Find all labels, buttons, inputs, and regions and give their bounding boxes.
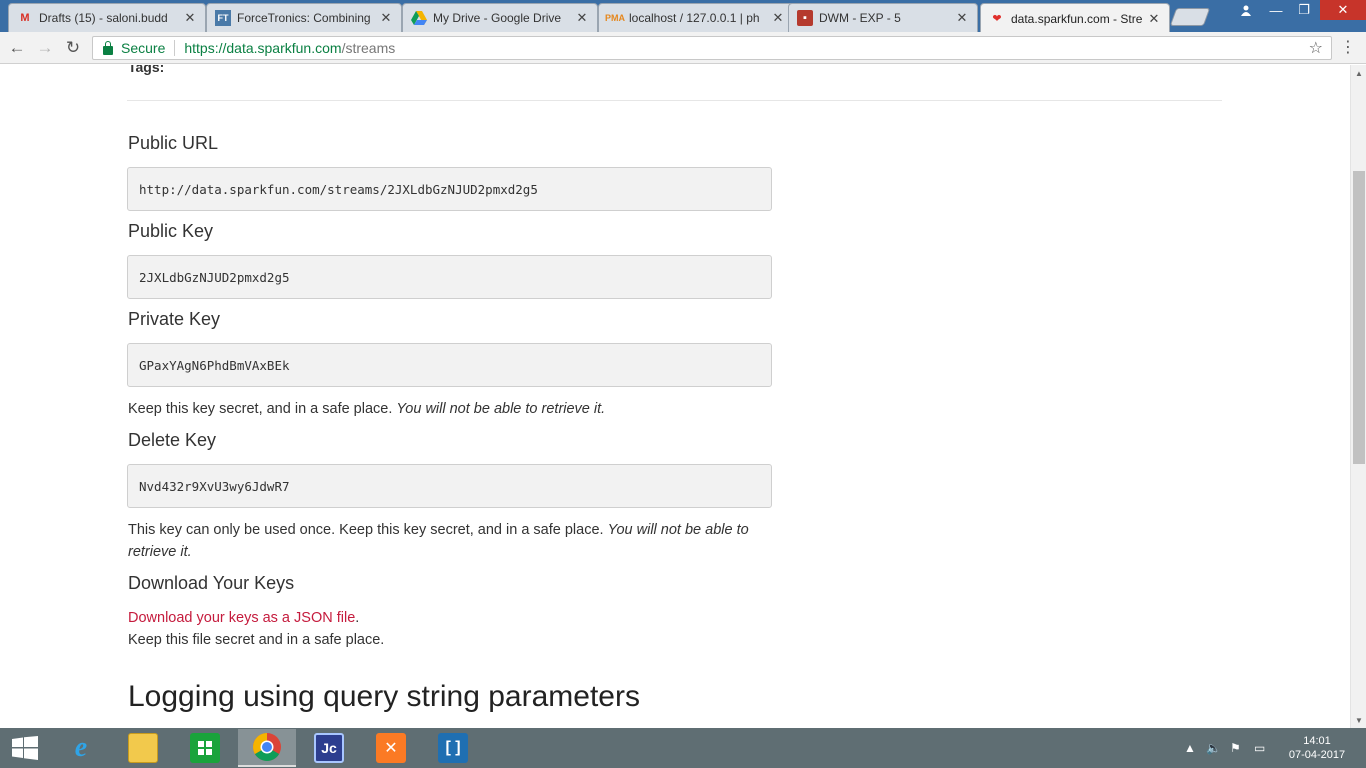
private-key-heading: Private Key bbox=[128, 309, 221, 329]
tab-strip: M Drafts (15) - saloni.budd ✕ FT ForceTr… bbox=[0, 0, 1366, 32]
secure-label: Secure bbox=[121, 40, 166, 56]
close-tab-icon[interactable]: ✕ bbox=[379, 10, 393, 26]
sparkfun-icon: ❤ bbox=[992, 13, 1002, 25]
divider bbox=[174, 40, 176, 56]
clock-time: 14:01 bbox=[1303, 735, 1331, 747]
system-clock[interactable]: 14:01 07-04-2017 bbox=[1282, 734, 1352, 762]
private-key-note-text: Keep this key secret, and in a safe plac… bbox=[128, 401, 393, 417]
file-explorer-icon[interactable] bbox=[114, 729, 172, 767]
phpmyadmin-icon: PMA bbox=[605, 13, 625, 23]
download-section: Download your keys as a JSON file. Keep … bbox=[128, 607, 778, 651]
clock-date: 07-04-2017 bbox=[1288, 749, 1346, 761]
public-key-heading: Public Key bbox=[128, 221, 214, 241]
tab-classroom[interactable]: ▪ DWM - EXP - 5 ✕ bbox=[788, 3, 978, 32]
tab-title: localhost / 127.0.0.1 | ph bbox=[629, 11, 760, 25]
close-tab-icon[interactable]: ✕ bbox=[575, 10, 589, 26]
lock-icon bbox=[103, 40, 113, 55]
xampp-icon[interactable]: ✕ bbox=[362, 729, 420, 767]
volume-icon[interactable]: 🔈 bbox=[1206, 728, 1221, 768]
tab-phpmyadmin[interactable]: PMA localhost / 127.0.0.1 | ph ✕ bbox=[598, 3, 794, 32]
page-content: Tags: Public URL http://data.sparkfun.co… bbox=[0, 65, 1350, 728]
profile-icon[interactable] bbox=[1232, 0, 1260, 20]
close-window-button[interactable]: ✕ bbox=[1320, 0, 1366, 20]
browser-toolbar: ← → ↻ Secure https://data.sparkfun.com/s… bbox=[0, 32, 1366, 64]
tab-title: ForceTronics: Combining bbox=[237, 11, 371, 25]
public-url-field[interactable]: http://data.sparkfun.com/streams/2JXLdbG… bbox=[127, 167, 772, 211]
download-note: Keep this file secret and in a safe plac… bbox=[128, 632, 385, 648]
delete-key-heading: Delete Key bbox=[128, 430, 217, 450]
public-url-heading: Public URL bbox=[128, 133, 219, 153]
new-tab-button[interactable] bbox=[1169, 8, 1211, 26]
scroll-up-icon[interactable]: ▲ bbox=[1351, 65, 1366, 81]
close-tab-icon[interactable]: ✕ bbox=[955, 10, 969, 26]
tab-title: My Drive - Google Drive bbox=[433, 11, 562, 25]
page-scrollbar[interactable]: ▲ ▼ bbox=[1350, 65, 1366, 728]
internet-explorer-icon[interactable]: e bbox=[52, 729, 110, 767]
store-icon[interactable] bbox=[176, 729, 234, 767]
show-hidden-icons[interactable]: ▲ bbox=[1184, 728, 1196, 768]
tab-gmail[interactable]: M Drafts (15) - saloni.budd ✕ bbox=[8, 3, 206, 32]
close-tab-icon[interactable]: ✕ bbox=[1147, 11, 1161, 27]
scroll-down-icon[interactable]: ▼ bbox=[1351, 712, 1366, 728]
jcreator-icon[interactable]: Jc bbox=[300, 729, 358, 767]
minimize-button[interactable]: — bbox=[1262, 0, 1290, 20]
address-bar[interactable]: Secure https://data.sparkfun.com/streams… bbox=[92, 36, 1332, 60]
brackets-icon[interactable]: [ ] bbox=[424, 729, 482, 767]
google-drive-icon bbox=[411, 10, 427, 26]
download-json-link[interactable]: Download your keys as a JSON file bbox=[128, 610, 355, 626]
tab-title: Drafts (15) - saloni.budd bbox=[39, 11, 168, 25]
tab-sparkfun[interactable]: ❤ data.sparkfun.com - Stre ✕ bbox=[980, 3, 1170, 32]
delete-key-field[interactable]: Nvd432r9XvU3wy6JdwR7 bbox=[127, 464, 772, 508]
logging-heading: Logging using query string parameters bbox=[128, 680, 640, 713]
url-host: https://data.sparkfun.com bbox=[184, 40, 342, 56]
chrome-icon[interactable] bbox=[238, 729, 296, 767]
tab-google-drive[interactable]: My Drive - Google Drive ✕ bbox=[402, 3, 598, 32]
url-path: /streams bbox=[341, 40, 396, 56]
forcetronics-icon: FT bbox=[215, 10, 231, 26]
browser-menu-icon[interactable]: ⋮ bbox=[1338, 38, 1358, 58]
tab-forcetronics[interactable]: FT ForceTronics: Combining ✕ bbox=[206, 3, 402, 32]
tab-title: data.sparkfun.com - Stre bbox=[1011, 11, 1143, 26]
public-key-field[interactable]: 2JXLdbGzNJUD2pmxd2g5 bbox=[127, 255, 772, 299]
classroom-icon: ▪ bbox=[797, 10, 813, 26]
forward-icon[interactable]: → bbox=[34, 38, 56, 58]
action-center-flag-icon[interactable]: ⚑ bbox=[1230, 728, 1241, 768]
restore-button[interactable]: ❐ bbox=[1290, 0, 1318, 20]
close-tab-icon[interactable]: ✕ bbox=[183, 10, 197, 26]
tab-title: DWM - EXP - 5 bbox=[819, 11, 901, 25]
private-key-note-warning: You will not be able to retrieve it. bbox=[396, 401, 606, 417]
close-tab-icon[interactable]: ✕ bbox=[771, 10, 785, 26]
taskbar: e Jc ✕ [ ] ▲ 🔈 ⚑ ▭ 14:01 07-04-2017 bbox=[0, 728, 1366, 768]
download-keys-heading: Download Your Keys bbox=[128, 573, 295, 593]
bookmark-star-icon[interactable]: ☆ bbox=[1309, 38, 1323, 58]
private-key-note: Keep this key secret, and in a safe plac… bbox=[128, 398, 778, 420]
tags-label: Tags: bbox=[128, 65, 165, 75]
private-key-field[interactable]: GPaxYAgN6PhdBmVAxBEk bbox=[127, 343, 772, 387]
scrollbar-thumb[interactable] bbox=[1353, 171, 1365, 464]
gmail-icon: M bbox=[20, 12, 30, 24]
reload-icon[interactable]: ↻ bbox=[62, 38, 84, 58]
delete-key-note: This key can only be used once. Keep thi… bbox=[128, 519, 778, 563]
windows-start-icon[interactable] bbox=[0, 728, 50, 768]
divider bbox=[127, 100, 1222, 101]
back-icon[interactable]: ← bbox=[6, 38, 28, 58]
link-suffix: . bbox=[355, 610, 360, 626]
delete-key-note-text: This key can only be used once. Keep thi… bbox=[128, 522, 604, 538]
network-icon[interactable]: ▭ bbox=[1254, 728, 1265, 768]
